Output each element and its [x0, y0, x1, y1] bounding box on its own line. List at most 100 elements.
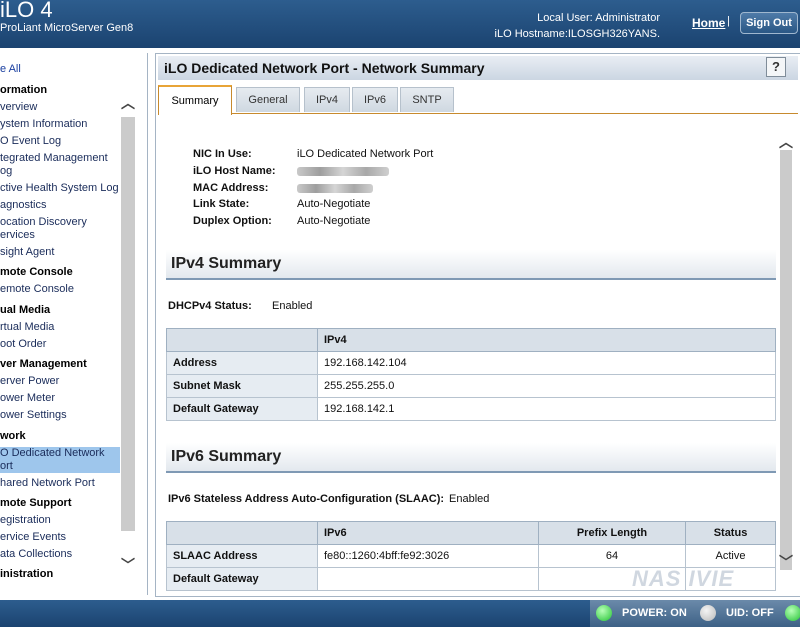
row-label-subnet-mask: Subnet Mask	[166, 374, 318, 398]
header-bar: iLO 4 ProLiant MicroServer Gen8 Local Us…	[0, 0, 800, 48]
table-row: Subnet Mask 255.255.255.0	[166, 374, 776, 398]
table-header-row: IPv6 Prefix Length Status	[166, 521, 776, 545]
duplex-option-value: Auto-Negotiate	[297, 215, 371, 227]
table-header-row: IPv4	[166, 328, 776, 352]
sidebar-item[interactable]: egistration	[0, 514, 120, 527]
home-link[interactable]: Home	[692, 16, 725, 30]
ipv4-address-value: 192.168.142.104	[317, 351, 776, 375]
sidebar-item: mote Support	[0, 497, 72, 509]
sidebar-item[interactable]: ower Settings	[0, 409, 120, 422]
health-ok-icon	[785, 605, 800, 621]
uid-led-icon[interactable]	[700, 605, 716, 621]
table-header-blank	[166, 328, 318, 352]
sidebar-item[interactable]: hared Network Port	[0, 477, 120, 490]
power-status: POWER: ON	[622, 607, 687, 619]
sidebar-scroll-down-icon[interactable]: ﹀	[120, 557, 136, 573]
mac-address-label: MAC Address:	[193, 182, 269, 194]
sign-out-button[interactable]: Sign Out	[740, 12, 798, 34]
header-separator: |	[727, 15, 730, 27]
sidebar-item[interactable]: sight Agent	[0, 246, 120, 259]
ipv4-summary-header: IPv4 Summary	[166, 250, 776, 280]
slaac-label: IPv6 Stateless Address Auto-Configuratio…	[168, 493, 445, 505]
sidebar-item: ormation	[0, 84, 48, 96]
content-scroll-up-icon[interactable]: ︿	[778, 134, 794, 150]
server-status-area: POWER: ON UID: OFF	[590, 600, 800, 627]
watermark-logo: NAS IVIE	[632, 566, 735, 591]
product-title: iLO 4	[0, 0, 53, 22]
sidebar-item: ual Media	[0, 304, 51, 316]
summary-content: NIC In Use: iLO Dedicated Network Port i…	[156, 114, 778, 594]
hostname-text: iLO Hostname:ILOSGH326YANS.	[494, 28, 660, 40]
sidebar-scrollbar-thumb[interactable]	[121, 117, 135, 531]
content-scroll-down-icon[interactable]: ﹀	[778, 554, 794, 570]
help-icon[interactable]: ?	[766, 57, 786, 77]
sidebar-item: work	[0, 430, 26, 442]
table-row: Address 192.168.142.104	[166, 351, 776, 375]
host-name-label: iLO Host Name:	[193, 165, 276, 177]
sidebar-scroll-up-icon[interactable]: ︿	[120, 95, 136, 111]
sidebar-item[interactable]: e All	[0, 63, 120, 76]
table-header-ipv4: IPv4	[317, 328, 776, 352]
tab-sntp[interactable]: SNTP	[400, 87, 454, 112]
sidebar-item[interactable]: rtual Media	[0, 321, 120, 334]
sidebar-item[interactable]: emote Console	[0, 283, 120, 296]
tab-bar: Summary General IPv4 IPv6 SNTP	[158, 85, 798, 115]
host-name-redacted	[297, 167, 389, 176]
dhcpv4-status-label: DHCPv4 Status:	[168, 300, 252, 312]
sidebar-item[interactable]: erver Power	[0, 375, 120, 388]
content-scrollbar-thumb[interactable]	[780, 150, 792, 570]
sidebar-item[interactable]: ervice Events	[0, 531, 120, 544]
row-label-address: Address	[166, 351, 318, 375]
sidebar-item[interactable]: ata Collections	[0, 548, 120, 561]
server-model: ProLiant MicroServer Gen8	[0, 22, 134, 34]
status-footer: POWER: ON UID: OFF	[0, 600, 800, 627]
link-state-value: Auto-Negotiate	[297, 198, 371, 210]
page-title: iLO Dedicated Network Port - Network Sum…	[164, 60, 485, 76]
local-user-text: Local User: Administrator	[537, 12, 660, 24]
sidebar-item: mote Console	[0, 266, 73, 278]
ipv6-summary-header: IPv6 Summary	[166, 443, 776, 473]
nic-in-use-label: NIC In Use:	[193, 148, 252, 160]
table-row: Default Gateway 192.168.142.1	[166, 397, 776, 421]
ipv4-subnet-mask-value: 255.255.255.0	[317, 374, 776, 398]
sidebar-item[interactable]: verview	[0, 101, 120, 114]
sidebar-item: inistration	[0, 568, 54, 580]
ipv4-summary-title: IPv4 Summary	[171, 255, 282, 272]
tab-general[interactable]: General	[236, 87, 300, 112]
sidebar-item[interactable]: ystem Information	[0, 118, 120, 131]
table-header-blank	[166, 521, 318, 545]
table-header-prefix-length: Prefix Length	[538, 521, 686, 545]
sidebar-item: ver Management	[0, 358, 87, 370]
nic-in-use-value: iLO Dedicated Network Port	[297, 148, 434, 160]
table-header-ipv6: IPv6	[317, 521, 539, 545]
sidebar-item[interactable]: tegrated Management og	[0, 152, 120, 178]
slaac-value: Enabled	[449, 493, 490, 505]
row-label-default-gateway: Default Gateway	[166, 397, 318, 421]
sidebar-item[interactable]: agnostics	[0, 199, 120, 212]
sidebar-item[interactable]: ocation Discovery ervices	[0, 216, 120, 242]
link-state-label: Link State:	[193, 198, 250, 210]
slaac-status-value: Active	[685, 544, 776, 568]
ipv4-table: IPv4 Address 192.168.142.104 Subnet Mask…	[166, 328, 776, 421]
uid-status: UID: OFF	[726, 607, 774, 619]
power-led-icon	[596, 605, 612, 621]
tab-summary[interactable]: Summary	[158, 85, 232, 115]
slaac-ipv6-value: fe80::1260:4bff:fe92:3026	[317, 544, 539, 568]
tab-ipv6[interactable]: IPv6	[352, 87, 398, 112]
duplex-option-label: Duplex Option:	[193, 215, 272, 227]
row-label-ipv6-default-gateway: Default Gateway	[166, 567, 318, 591]
ipv4-default-gateway-value: 192.168.142.1	[317, 397, 776, 421]
sidebar-item[interactable]: oot Order	[0, 338, 120, 351]
sidebar-item[interactable]: ctive Health System Log	[0, 182, 120, 195]
dhcpv4-status-value: Enabled	[272, 300, 313, 312]
sidebar-item[interactable]: O Event Log	[0, 135, 120, 148]
tab-ipv4[interactable]: IPv4	[304, 87, 350, 112]
mac-address-redacted	[297, 184, 373, 193]
slaac-prefix-value: 64	[538, 544, 686, 568]
table-header-status: Status	[685, 521, 776, 545]
main-panel: iLO Dedicated Network Port - Network Sum…	[155, 53, 800, 597]
sidebar-item[interactable]: O Dedicated Network ort	[0, 447, 120, 473]
page-title-bar: iLO Dedicated Network Port - Network Sum…	[158, 56, 798, 80]
sidebar-item[interactable]: ower Meter	[0, 392, 120, 405]
ipv6-gateway-value	[317, 567, 539, 591]
